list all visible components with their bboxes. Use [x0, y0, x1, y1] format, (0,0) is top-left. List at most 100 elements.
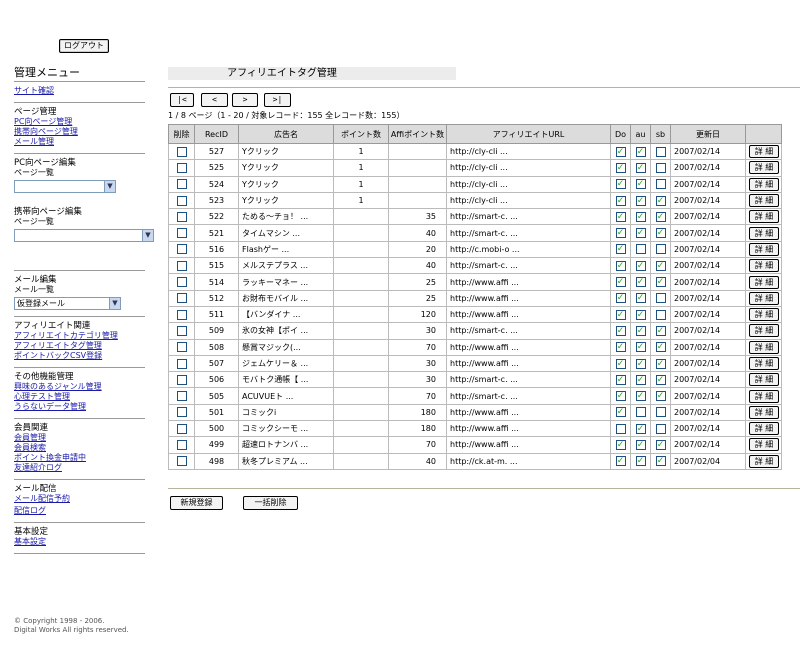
docomo-checkbox[interactable]: [615, 244, 626, 255]
prev-page-button[interactable]: <: [201, 93, 228, 107]
delete-checkbox[interactable]: [176, 391, 187, 402]
mail-select[interactable]: 仮登録メール ▼: [14, 297, 121, 310]
au-checkbox[interactable]: [635, 162, 646, 173]
au-checkbox[interactable]: [635, 374, 646, 385]
first-page-button[interactable]: |<: [170, 93, 194, 107]
genre-link[interactable]: 興味のあるジャンル管理: [14, 382, 145, 392]
delete-checkbox[interactable]: [176, 211, 187, 222]
docomo-checkbox[interactable]: [615, 228, 626, 239]
docomo-checkbox[interactable]: [615, 423, 626, 434]
detail-button[interactable]: 詳 細: [749, 259, 779, 273]
au-checkbox[interactable]: [635, 179, 646, 190]
detail-button[interactable]: 詳 細: [749, 242, 779, 256]
delivery-log-link[interactable]: 配信ログ: [14, 506, 145, 516]
delete-checkbox[interactable]: [176, 260, 187, 271]
au-checkbox[interactable]: [635, 423, 646, 434]
docomo-checkbox[interactable]: [615, 293, 626, 304]
pointback-csv-link[interactable]: ポイントバックCSV登録: [14, 351, 145, 361]
softbank-checkbox[interactable]: [655, 162, 666, 173]
au-checkbox[interactable]: [635, 358, 646, 369]
pc-page-mgmt-link[interactable]: PC向ページ管理: [14, 117, 145, 127]
docomo-checkbox[interactable]: [615, 309, 626, 320]
docomo-checkbox[interactable]: [615, 325, 626, 336]
delete-checkbox[interactable]: [176, 244, 187, 255]
detail-button[interactable]: 詳 細: [749, 161, 779, 175]
detail-button[interactable]: 詳 細: [749, 454, 779, 468]
delete-checkbox[interactable]: [176, 456, 187, 467]
delete-checkbox[interactable]: [176, 439, 187, 450]
detail-button[interactable]: 詳 細: [749, 177, 779, 191]
softbank-checkbox[interactable]: [655, 293, 666, 304]
au-checkbox[interactable]: [635, 309, 646, 320]
bulk-delete-button[interactable]: 一括削除: [243, 496, 298, 510]
softbank-checkbox[interactable]: [655, 374, 666, 385]
member-search-link[interactable]: 会員検索: [14, 443, 145, 453]
detail-button[interactable]: 詳 細: [749, 275, 779, 289]
softbank-checkbox[interactable]: [655, 211, 666, 222]
au-checkbox[interactable]: [635, 342, 646, 353]
docomo-checkbox[interactable]: [615, 391, 626, 402]
delete-checkbox[interactable]: [176, 293, 187, 304]
last-page-button[interactable]: >|: [264, 93, 291, 107]
new-register-button[interactable]: 新規登録: [170, 496, 223, 510]
delete-checkbox[interactable]: [176, 146, 187, 157]
detail-button[interactable]: 詳 細: [749, 422, 779, 436]
psych-test-link[interactable]: 心理テスト管理: [14, 392, 145, 402]
detail-button[interactable]: 詳 細: [749, 405, 779, 419]
softbank-checkbox[interactable]: [655, 277, 666, 288]
docomo-checkbox[interactable]: [615, 211, 626, 222]
delete-checkbox[interactable]: [176, 162, 187, 173]
friend-referral-log-link[interactable]: 友達紹介ログ: [14, 463, 145, 473]
detail-button[interactable]: 詳 細: [749, 357, 779, 370]
delete-checkbox[interactable]: [176, 325, 187, 336]
docomo-checkbox[interactable]: [615, 260, 626, 271]
docomo-checkbox[interactable]: [615, 358, 626, 369]
softbank-checkbox[interactable]: [655, 456, 666, 467]
au-checkbox[interactable]: [635, 325, 646, 336]
detail-button[interactable]: 詳 細: [749, 373, 779, 387]
docomo-checkbox[interactable]: [615, 439, 626, 450]
docomo-checkbox[interactable]: [615, 277, 626, 288]
softbank-checkbox[interactable]: [655, 423, 666, 434]
mail-schedule-link[interactable]: メール配信予約: [14, 494, 145, 504]
delete-checkbox[interactable]: [176, 277, 187, 288]
docomo-checkbox[interactable]: [615, 195, 626, 206]
softbank-checkbox[interactable]: [655, 260, 666, 271]
delete-checkbox[interactable]: [176, 407, 187, 418]
delete-checkbox[interactable]: [176, 309, 187, 320]
mail-mgmt-link[interactable]: メール管理: [14, 137, 145, 147]
au-checkbox[interactable]: [635, 407, 646, 418]
member-mgmt-link[interactable]: 会員管理: [14, 433, 145, 443]
au-checkbox[interactable]: [635, 244, 646, 255]
next-page-button[interactable]: >: [232, 93, 258, 107]
docomo-checkbox[interactable]: [615, 374, 626, 385]
detail-button[interactable]: 詳 細: [749, 145, 779, 159]
softbank-checkbox[interactable]: [655, 146, 666, 157]
softbank-checkbox[interactable]: [655, 391, 666, 402]
softbank-checkbox[interactable]: [655, 179, 666, 190]
delete-checkbox[interactable]: [176, 342, 187, 353]
mobile-page-mgmt-link[interactable]: 携帯向ページ管理: [14, 127, 145, 137]
pc-page-select[interactable]: ▼: [14, 180, 116, 193]
detail-button[interactable]: 詳 細: [749, 308, 779, 322]
softbank-checkbox[interactable]: [655, 195, 666, 206]
affiliate-tag-link[interactable]: アフィリエイトタグ管理: [14, 341, 145, 351]
fortune-data-link[interactable]: うらないデータ管理: [14, 402, 145, 412]
affiliate-category-link[interactable]: アフィリエイトカテゴリ管理: [14, 331, 145, 341]
delete-checkbox[interactable]: [176, 179, 187, 190]
softbank-checkbox[interactable]: [655, 228, 666, 239]
delete-checkbox[interactable]: [176, 423, 187, 434]
basic-settings-link[interactable]: 基本設定: [14, 537, 145, 547]
detail-button[interactable]: 詳 細: [749, 324, 779, 338]
softbank-checkbox[interactable]: [655, 358, 666, 369]
delete-checkbox[interactable]: [176, 195, 187, 206]
docomo-checkbox[interactable]: [615, 407, 626, 418]
point-exchange-link[interactable]: ポイント換金申請中: [14, 453, 145, 463]
detail-button[interactable]: 詳 細: [749, 291, 779, 305]
au-checkbox[interactable]: [635, 456, 646, 467]
docomo-checkbox[interactable]: [615, 162, 626, 173]
softbank-checkbox[interactable]: [655, 244, 666, 255]
site-check-link[interactable]: サイト確認: [14, 86, 145, 96]
au-checkbox[interactable]: [635, 195, 646, 206]
delete-checkbox[interactable]: [176, 358, 187, 369]
